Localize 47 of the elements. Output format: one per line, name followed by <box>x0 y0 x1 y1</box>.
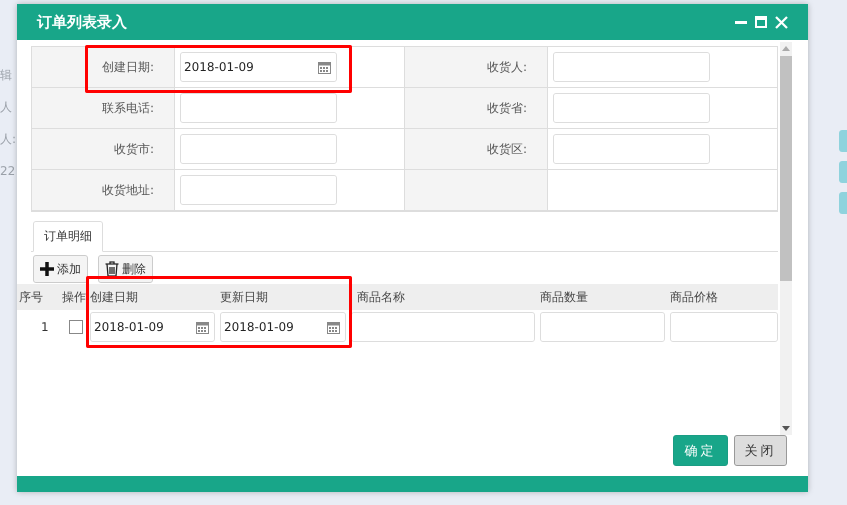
column-header: 商品数量 <box>539 288 589 306</box>
scroll-down-icon[interactable] <box>782 426 790 431</box>
date-field[interactable]: 2018-01-09 <box>220 312 346 342</box>
input-field[interactable] <box>180 93 337 123</box>
background-text: 人: <box>0 131 17 148</box>
input-field[interactable] <box>670 312 778 342</box>
column-header: 创建日期 <box>89 288 139 306</box>
column-header: 商品价格 <box>669 288 719 306</box>
scroll-up-icon[interactable] <box>782 46 790 51</box>
close-button[interactable]: 关闭 <box>734 435 787 466</box>
trash-icon <box>105 261 119 277</box>
calendar-icon[interactable] <box>318 60 331 74</box>
background-text: 22 <box>0 163 16 180</box>
column-header: 商品名称 <box>356 288 406 306</box>
field-label: 收货区: <box>405 129 548 170</box>
column-header: 操作 <box>61 288 87 306</box>
input-field[interactable] <box>553 52 710 82</box>
calendar-icon[interactable] <box>196 320 209 334</box>
maximize-icon[interactable] <box>755 16 767 28</box>
row-number: 1 <box>41 320 49 334</box>
input-field[interactable] <box>540 312 665 342</box>
scrollbar[interactable] <box>780 42 792 435</box>
input-field[interactable] <box>180 175 337 205</box>
dialog-title: 订单列表录入 <box>37 12 127 32</box>
field-label: 创建日期: <box>32 47 175 88</box>
add-button[interactable]: 添加 <box>33 255 88 283</box>
background-text: 辑 <box>0 67 13 84</box>
input-field[interactable] <box>351 312 535 342</box>
field-label: 收货人: <box>405 47 548 88</box>
calendar-icon[interactable] <box>327 320 340 334</box>
tab[interactable]: 订单明细 <box>33 221 103 252</box>
field-label: 收货市: <box>32 129 175 170</box>
field-label: 收货省: <box>405 88 548 129</box>
date-field[interactable]: 2018-01-09 <box>180 52 337 82</box>
field-label: 收货地址: <box>32 170 175 211</box>
column-header: 更新日期 <box>219 288 269 306</box>
minimize-icon[interactable] <box>735 20 747 24</box>
close-icon[interactable] <box>775 16 788 28</box>
checkbox[interactable] <box>69 320 83 334</box>
field-label: 联系电话: <box>32 88 175 129</box>
background-text: 人 <box>0 99 13 116</box>
input-field[interactable] <box>553 93 710 123</box>
date-field[interactable]: 2018-01-09 <box>90 312 215 342</box>
plus-icon <box>40 262 54 276</box>
input-field[interactable] <box>553 134 710 164</box>
column-header: 序号 <box>18 288 44 306</box>
input-field[interactable] <box>180 134 337 164</box>
